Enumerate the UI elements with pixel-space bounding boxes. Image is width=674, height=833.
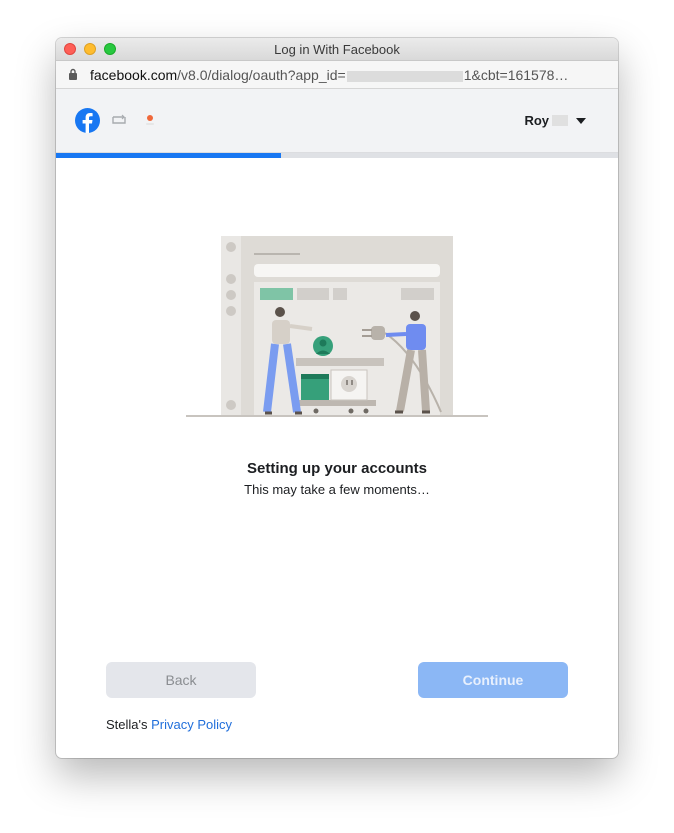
url-path-end: 1&cbt=161578… <box>463 67 569 83</box>
app-owner-label: Stella's <box>106 717 148 732</box>
chevron-down-icon[interactable] <box>576 117 586 124</box>
redacted-last-name <box>552 115 568 126</box>
privacy-footer: Stella's Privacy Policy <box>106 717 232 732</box>
progress-bar <box>56 153 618 158</box>
status-heading: Setting up your accounts <box>246 460 427 477</box>
url-host: facebook.com <box>90 67 178 83</box>
dialog-header: Roy <box>56 89 618 153</box>
title-bar[interactable]: Log in With Facebook <box>56 38 618 61</box>
browser-window: Log in With Facebook facebook.com/v8.0/d… <box>56 38 618 758</box>
account-menu[interactable]: Roy <box>524 113 586 128</box>
redacted-app-id <box>346 70 463 82</box>
continue-button[interactable]: Continue <box>418 662 568 698</box>
user-name: Roy <box>524 113 549 128</box>
url-text[interactable]: facebook.com/v8.0/dialog/oauth?app_id= 1&… <box>90 67 610 83</box>
progress-fill <box>56 153 281 158</box>
back-button[interactable]: Back <box>106 662 256 698</box>
window-title: Log in With Facebook <box>274 42 400 57</box>
app-icon <box>146 115 154 125</box>
address-bar[interactable]: facebook.com/v8.0/dialog/oauth?app_id= 1&… <box>56 61 618 89</box>
setup-illustration <box>186 236 488 417</box>
facebook-logo-icon <box>75 108 100 133</box>
status-subtext: This may take a few moments… <box>244 482 430 497</box>
url-path-start: /v8.0/dialog/oauth?app_id= <box>177 67 346 83</box>
privacy-policy-link[interactable]: Privacy Policy <box>151 717 232 732</box>
lock-icon <box>69 68 77 80</box>
link-icon <box>112 114 126 124</box>
